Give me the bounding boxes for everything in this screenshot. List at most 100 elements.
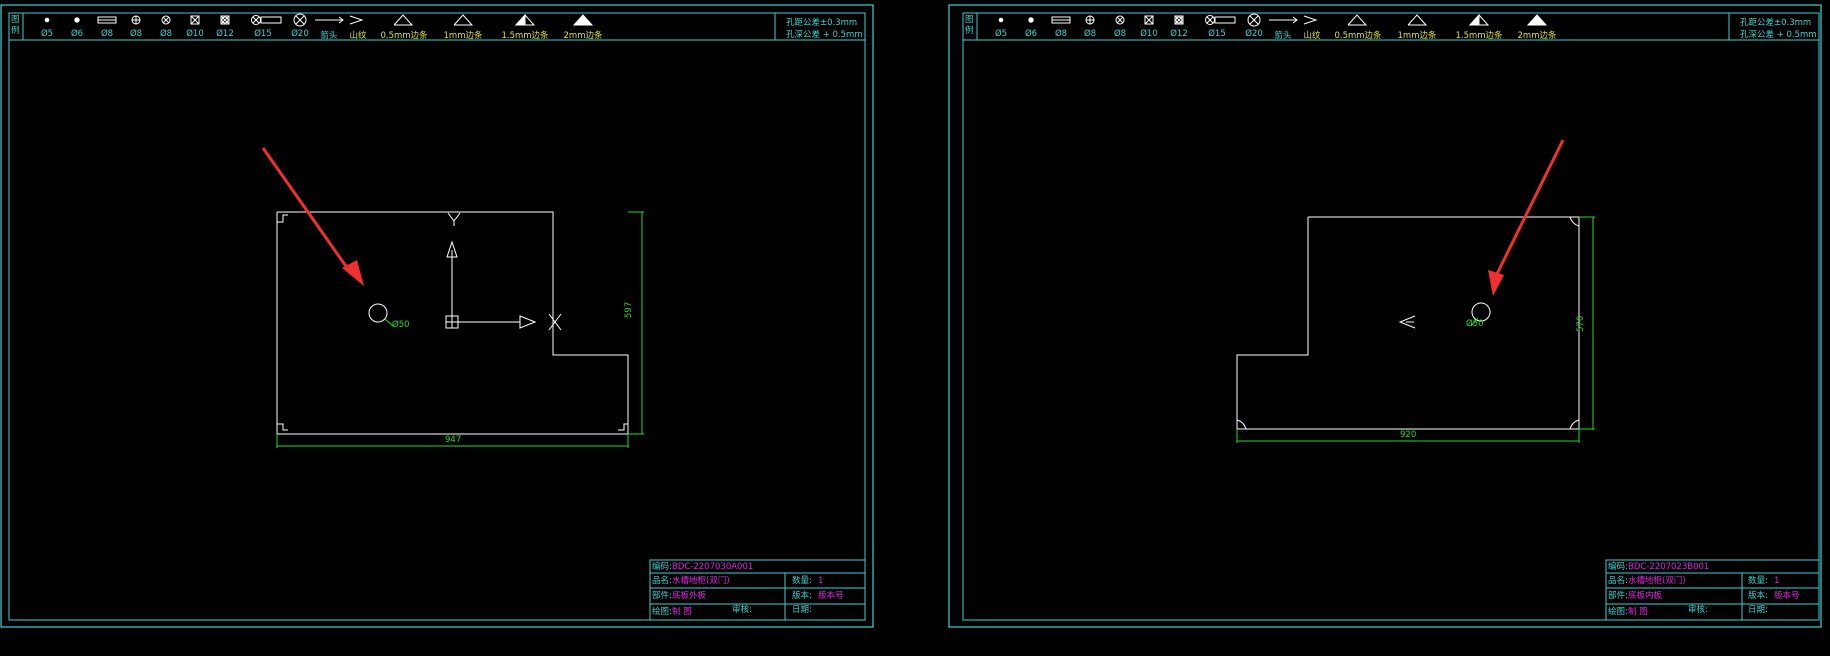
legend-label: 0.5mm边条 [1334,31,1382,41]
tb-review-label: 审核: [732,605,752,615]
tb-part-value: 底板内板 [1628,591,1663,601]
tb-date-label: 日期: [1748,605,1768,615]
red-arrow-annotation [1488,139,1565,296]
legend-label: 1.5mm边条 [501,31,549,41]
inner-frame [8,12,866,621]
edge-1-icon [1407,14,1428,26]
legend-label: Ø15 [1208,29,1226,39]
legend-label: Ø10 [186,29,204,39]
grain-marker [1398,315,1416,329]
legend-label: 1mm边条 [443,31,483,41]
tb-part-label: 部件: [652,591,672,601]
legend-label: 山纹 [349,31,367,41]
tb-qty-label: 数量: [1748,576,1768,586]
tb-version-value: 版本号 [818,591,844,601]
edge-05-icon [1347,14,1368,26]
tb-product-label: 品名: [1608,576,1628,586]
legend-label: Ø8 [1054,29,1068,39]
tb-product-value: 水槽地柜(双门) [672,576,730,586]
legend-label: Ø5 [40,29,54,39]
legend-label: Ø6 [1024,29,1038,39]
tb-qty-value: 1 [1774,576,1780,586]
edge-2-icon [572,14,594,26]
dim-height: 597 [624,301,634,318]
panel-outline [1236,216,1580,430]
tolerance-line-1: 孔距公差±0.3mm [1740,18,1812,28]
sheet-2-canvas [948,4,1822,628]
tb-code-label: 编码: [652,562,672,572]
legend-label: 1mm边条 [1397,31,1437,41]
legend-label: Ø6 [70,29,84,39]
tb-drawer-value: 制 图 [672,607,692,617]
hole-label: Ø50 [1466,319,1484,329]
tb-date-label: 日期: [792,605,812,615]
legend-label: 山纹 [1303,31,1321,41]
legend-label: Ø8 [1113,29,1127,39]
tb-version-label: 版本: [792,591,812,601]
tb-review-label: 审核: [1688,605,1708,615]
axis-markers [445,212,562,331]
dot-medium-icon [74,17,80,23]
legend-symbols [998,13,1548,27]
legend-label: 2mm边条 [1517,31,1557,41]
legend-label: Ø20 [291,29,309,39]
mountain-grain-icon [349,15,364,25]
drawing-sheet-1: 图 例 Ø5 Ø6 Ø8 Ø8 Ø8 Ø10 Ø12 Ø15 Ø20 箭头 山纹… [0,0,874,628]
tb-qty-value: 1 [818,576,824,586]
legend-side-label-top: 图 [11,15,20,25]
dot-medium-icon [1028,17,1034,23]
edge-1-icon [453,14,474,26]
inner-frame [962,12,1820,621]
dim-height: 570 [1576,315,1586,332]
red-arrow-annotation [261,147,364,286]
tb-qty-label: 数量: [792,576,812,586]
legend-label: Ø20 [1245,29,1263,39]
tb-drawer-label: 绘图: [1608,607,1628,617]
dim-width: 947 [445,435,462,445]
legend-label: Ø10 [1140,29,1158,39]
legend-symbols [44,13,594,27]
tb-product-label: 品名: [652,576,672,586]
edge-2-icon [1526,14,1548,26]
legend-label: Ø15 [254,29,272,39]
legend-side-label-top: 图 [965,15,974,25]
tb-code-value: BDC-2207030A001 [672,562,754,572]
tb-drawer-label: 绘图: [652,607,672,617]
hole-label: Ø50 [392,320,410,330]
dimension-lines [1236,216,1595,443]
legend-label: Ø5 [994,29,1008,39]
legend-side-label-bottom: 例 [11,26,20,36]
legend-label: Ø8 [1083,29,1097,39]
hole-circle [368,303,388,323]
legend-label: Ø8 [100,29,114,39]
tb-product-value: 水槽地柜(双门) [1628,576,1686,586]
edge-05-icon [393,14,414,26]
legend-label: 箭头 [320,31,338,41]
drawing-sheet-2: 图 例 Ø5 Ø6 Ø8 Ø8 Ø8 Ø10 Ø12 Ø15 Ø20 箭头 山纹… [948,0,1822,628]
dot-small-icon [998,17,1004,23]
dot-small-icon [44,17,50,23]
tolerance-line-1: 孔距公差±0.3mm [786,18,858,28]
tb-part-label: 部件: [1608,591,1628,601]
legend-label: Ø8 [159,29,173,39]
tb-version-value: 版本号 [1774,591,1800,601]
tb-version-label: 版本: [1748,591,1768,601]
legend-label: Ø8 [129,29,143,39]
tolerance-line-2: 孔深公差 + 0.5mm [786,30,863,40]
sheet-1-canvas [0,4,874,628]
legend-label: 0.5mm边条 [380,31,428,41]
tb-code-label: 编码: [1608,562,1628,572]
dim-width: 920 [1400,430,1417,440]
tolerance-line-2: 孔深公差 + 0.5mm [1740,30,1817,40]
legend-label: 2mm边条 [563,31,603,41]
tb-code-value: BDC-2207023B001 [1628,562,1710,572]
legend-label: Ø12 [1170,29,1188,39]
legend-label: Ø12 [216,29,234,39]
legend-side-label-bottom: 例 [965,26,974,36]
legend-label: 1.5mm边条 [1455,31,1503,41]
corner-marks [1236,216,1580,430]
legend-label: 箭头 [1274,31,1292,41]
outer-frame [948,4,1822,628]
tb-part-value: 底板外板 [672,591,707,601]
tb-drawer-value: 制 图 [1628,607,1648,617]
